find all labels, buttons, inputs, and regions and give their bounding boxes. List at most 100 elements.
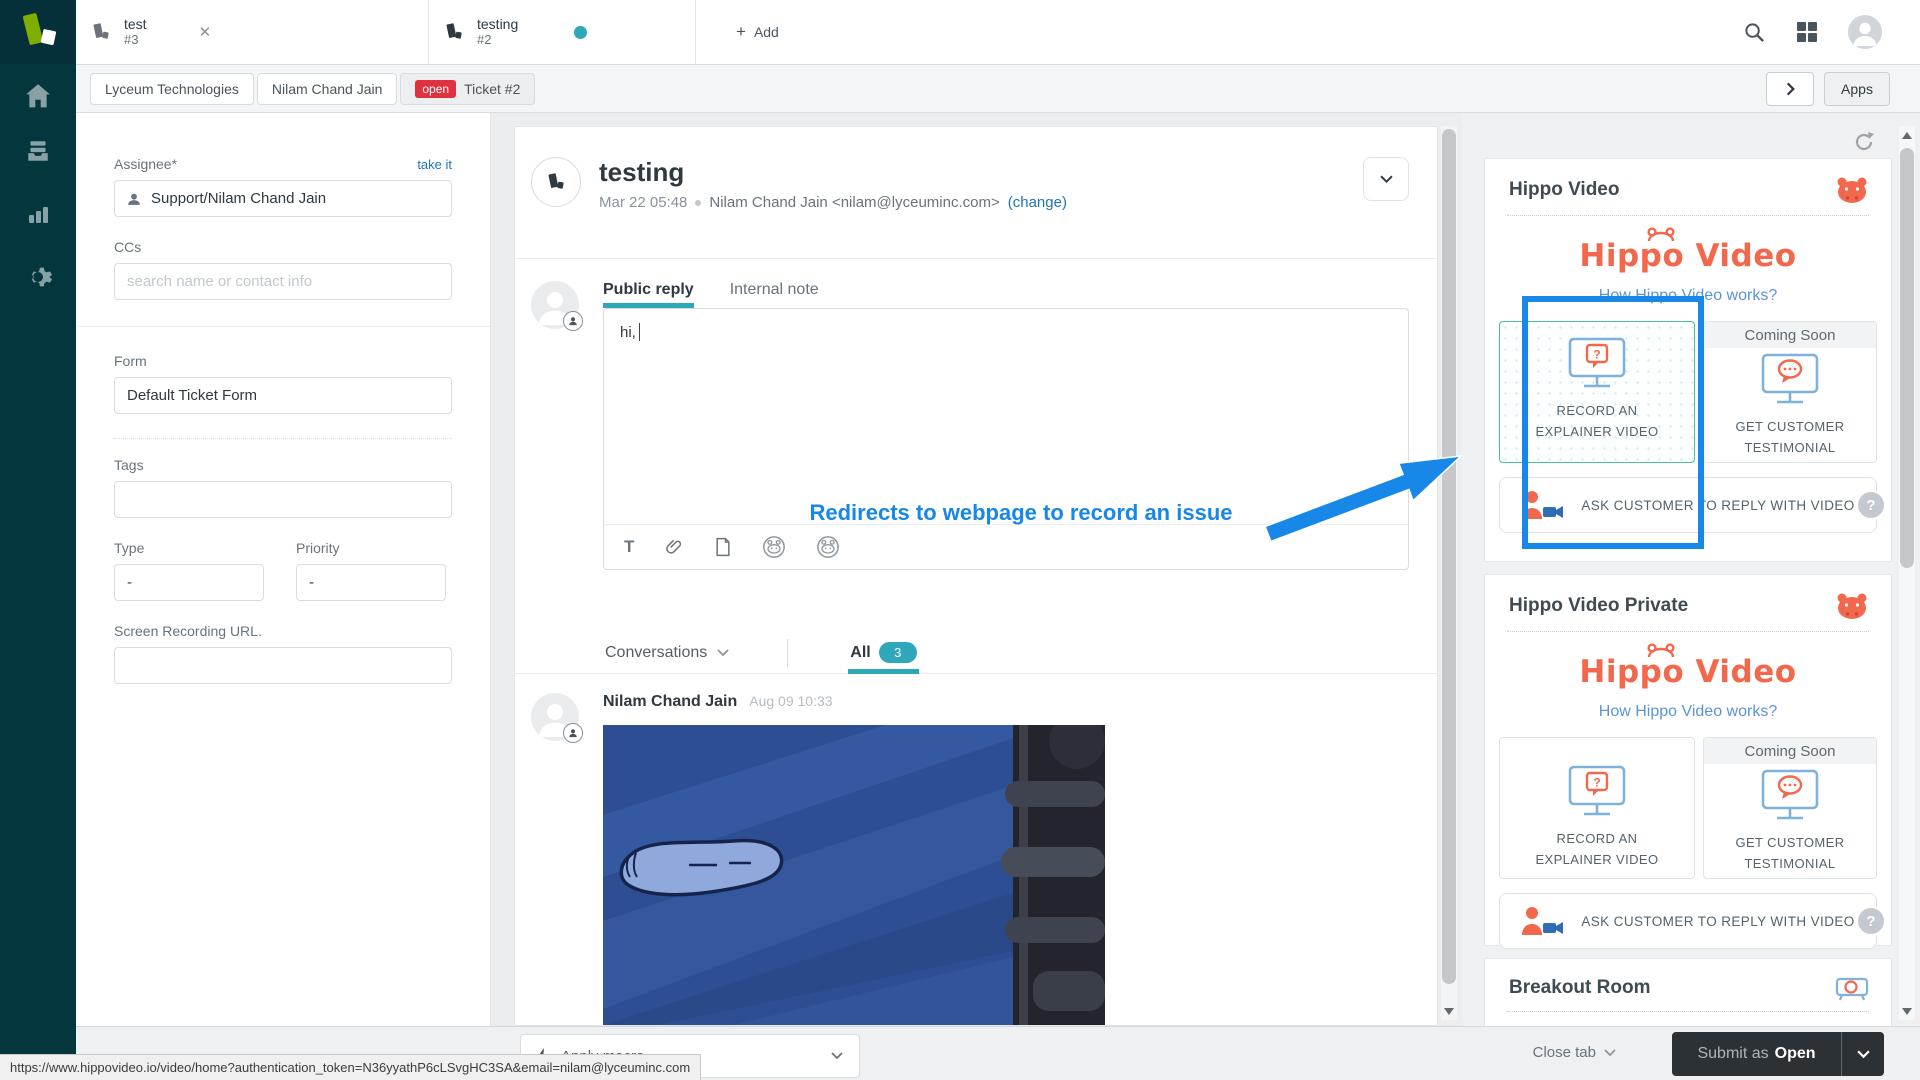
ticket-icon — [443, 21, 465, 43]
search-icon[interactable] — [1743, 21, 1766, 44]
attachment-icon[interactable] — [664, 537, 684, 557]
scroll-down-arrow-icon[interactable] — [1899, 1004, 1915, 1018]
topbar: test #3 ✕ testing #2 + Add — [76, 0, 1920, 65]
all-conversations-tab[interactable]: All 3 — [848, 632, 918, 673]
svg-text:?: ? — [1593, 776, 1600, 790]
dotted-divider — [1507, 215, 1869, 216]
sidebar-settings-icon[interactable] — [0, 262, 76, 292]
hippo-video-record-icon[interactable] — [762, 535, 786, 559]
collapse-apps-button[interactable] — [1766, 72, 1814, 106]
ticket-header: testing Mar 22 05:48 Nilam Chand Jain <n… — [515, 127, 1437, 259]
breadcrumb-org[interactable]: Lyceum Technologies — [90, 73, 254, 105]
hippo-video-logo: Hippo Video — [1485, 238, 1891, 278]
add-tab-button[interactable]: + Add — [736, 0, 779, 64]
person-icon — [127, 192, 141, 206]
submit-options-dropdown[interactable] — [1841, 1032, 1884, 1076]
close-tab-dropdown[interactable]: Close tab — [1533, 1044, 1616, 1061]
ticket-main-area: testing Mar 22 05:48 Nilam Chand Jain <n… — [514, 126, 1438, 1026]
user-avatar[interactable] — [1848, 15, 1882, 49]
customer-testimonial-tile[interactable]: Coming Soon GET CUSTOMER TESTIMONIAL — [1703, 737, 1877, 879]
customer-testimonial-label: GET CUSTOMER TESTIMONIAL — [1715, 416, 1865, 458]
tab-title: test — [124, 16, 147, 32]
breadcrumb-requester[interactable]: Nilam Chand Jain — [257, 73, 398, 105]
main-sidebar — [0, 0, 76, 1080]
apps-button[interactable]: Apps — [1824, 72, 1890, 106]
vertical-divider — [787, 639, 788, 667]
customer-avatar — [531, 693, 579, 741]
ccs-input[interactable] — [114, 263, 452, 300]
take-it-link[interactable]: take it — [417, 157, 452, 172]
text-format-icon[interactable]: T — [624, 537, 634, 557]
form-select[interactable]: Default Ticket Form — [114, 377, 452, 414]
sidebar-home-icon[interactable] — [0, 84, 76, 108]
plus-icon: + — [736, 22, 746, 42]
link-preview-statusbar: https://www.hippovideo.io/video/home?aut… — [0, 1054, 701, 1080]
hippo-video-private-card: Hippo Video Private Hippo Video How Hipp… — [1484, 574, 1892, 946]
close-tab-icon[interactable]: ✕ — [199, 23, 212, 41]
apps-panel-scrollbar[interactable] — [1899, 126, 1915, 1020]
chevron-down-icon — [717, 649, 729, 657]
scrollbar-thumb[interactable] — [1442, 129, 1456, 984]
ticket-avatar — [531, 157, 581, 207]
collapse-header-button[interactable] — [1363, 157, 1409, 201]
status-badge: open — [415, 80, 456, 98]
ticket-tab-1[interactable]: test #3 ✕ — [76, 0, 429, 64]
refresh-icon[interactable] — [1852, 130, 1876, 154]
projector-icon — [1835, 975, 1869, 1001]
divider-dotted — [114, 438, 452, 439]
hippo-video-library-icon[interactable] — [816, 535, 840, 559]
scrollbar-thumb[interactable] — [1900, 148, 1914, 568]
type-label: Type — [114, 540, 264, 556]
internal-note-tab[interactable]: Internal note — [730, 281, 819, 308]
ticket-tab-2-active[interactable]: testing #2 — [429, 0, 696, 64]
tags-input[interactable] — [114, 481, 452, 518]
app-card-title: Hippo Video — [1509, 179, 1619, 201]
scroll-up-arrow-icon[interactable] — [1899, 128, 1915, 142]
conversation-entry: Nilam Chand Jain Aug 09 10:33 — [531, 693, 1421, 1025]
ticket-icon — [90, 21, 112, 43]
sidebar-reports-icon[interactable] — [0, 202, 76, 226]
assignee-select[interactable]: Support/Nilam Chand Jain — [114, 180, 452, 217]
main-scrollbar[interactable] — [1441, 126, 1457, 1020]
testimonial-icon — [1759, 352, 1821, 408]
tags-label: Tags — [114, 457, 452, 473]
help-icon[interactable]: ? — [1858, 908, 1884, 934]
chevron-down-icon — [1380, 175, 1393, 184]
customer-testimonial-tile[interactable]: Coming Soon GET CUSTOMER TESTIMONIAL — [1703, 321, 1877, 463]
help-icon[interactable]: ? — [1858, 492, 1884, 518]
how-hippo-works-link[interactable]: How Hippo Video works? — [1485, 703, 1891, 721]
record-explainer-tile[interactable]: ? RECORD AN EXPLAINER VIDEO — [1499, 737, 1695, 879]
attached-gif-image[interactable] — [603, 725, 1105, 1025]
ask-customer-reply-button[interactable]: ASK CUSTOMER TO REPLY WITH VIDEO ? — [1499, 893, 1877, 949]
customer-badge-icon — [563, 723, 583, 743]
screen-recording-url-input[interactable] — [114, 647, 452, 684]
ticket-properties-panel: Assignee* take it Support/Nilam Chand Ja… — [76, 112, 491, 1026]
apps-grid-icon[interactable] — [1796, 21, 1818, 43]
scroll-down-arrow-icon[interactable] — [1441, 1004, 1457, 1018]
coming-soon-badge: Coming Soon — [1704, 322, 1876, 348]
document-icon[interactable] — [714, 537, 732, 557]
text-caret — [639, 323, 640, 341]
screen-recording-url-label: Screen Recording URL. — [114, 623, 452, 639]
type-select[interactable]: - — [114, 564, 264, 601]
change-requester-link[interactable]: (change) — [1008, 194, 1067, 211]
priority-select[interactable]: - — [296, 564, 446, 601]
agent-badge-icon — [563, 311, 583, 331]
chevron-down-icon — [1857, 1050, 1870, 1059]
ticket-date: Mar 22 05:48 — [599, 194, 687, 211]
ticket-ref: Ticket #2 — [464, 81, 520, 97]
app-card-title: Hippo Video Private — [1509, 595, 1688, 617]
chevron-down-icon — [1604, 1049, 1616, 1057]
ccs-label: CCs — [114, 239, 452, 255]
dotted-divider — [1507, 631, 1869, 632]
priority-label: Priority — [296, 540, 446, 556]
submit-button[interactable]: Submit as Open — [1672, 1032, 1884, 1076]
brand-logo[interactable] — [0, 0, 76, 64]
public-reply-tab[interactable]: Public reply — [603, 281, 694, 308]
breadcrumb-ticket[interactable]: open Ticket #2 — [400, 73, 535, 105]
sidebar-views-icon[interactable] — [0, 138, 76, 164]
conversations-dropdown[interactable]: Conversations — [605, 644, 729, 662]
message-author: Nilam Chand Jain — [603, 693, 737, 711]
ask-customer-reply-label: ASK CUSTOMER TO REPLY WITH VIDEO — [1581, 914, 1854, 929]
form-label: Form — [114, 353, 452, 369]
